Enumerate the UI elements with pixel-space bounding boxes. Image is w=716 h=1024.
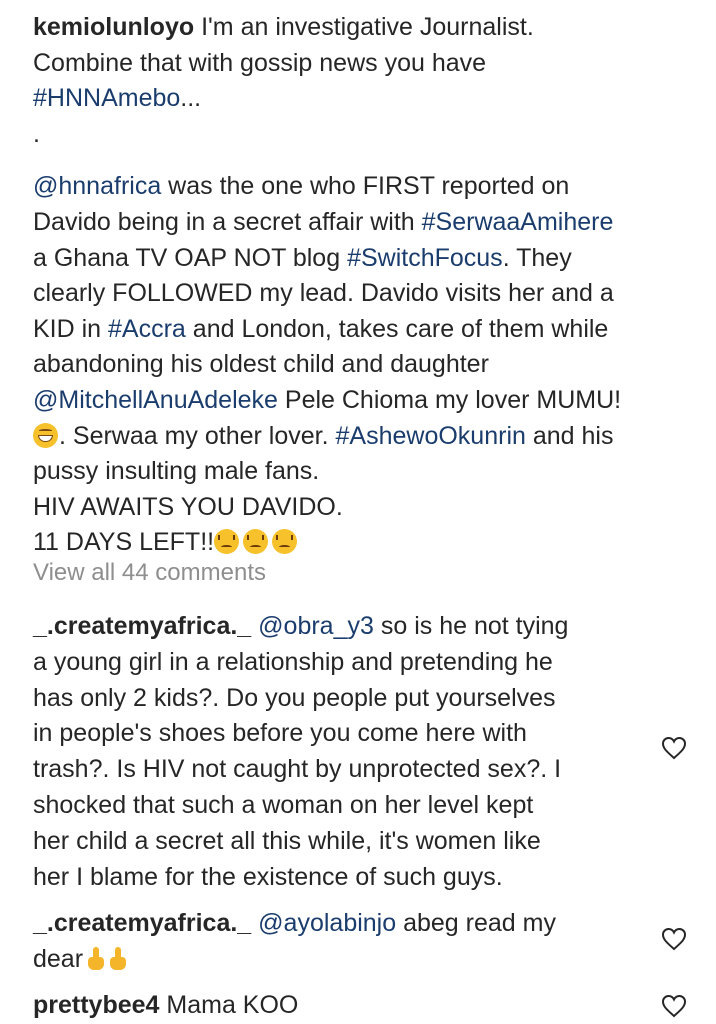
caption-text: . Serwaa my other lover. xyxy=(59,421,336,450)
caption-text: Pele Chioma my lover MUMU! xyxy=(277,385,622,414)
caption-text: and London, takes care of them while xyxy=(185,314,609,343)
caption-line: clearly FOLLOWED my lead. Davido visits … xyxy=(33,279,614,308)
caption-line: kemiolunloyo I'm an investigative Journa… xyxy=(33,10,693,46)
caption-line: HIV AWAITS YOU DAVIDO. xyxy=(33,492,343,521)
mention-link[interactable]: @ayolabinjo xyxy=(258,909,396,937)
comment-line: has only 2 kids?. Do you people put your… xyxy=(33,683,556,712)
caption-line: Davido being in a secret affair with #Se… xyxy=(33,205,693,241)
comment-item: _.createmyafrica._ @obra_y3 so is he not… xyxy=(33,609,633,895)
comment-item: _.createmyafrica._ @ayolabinjo abeg read… xyxy=(33,906,633,978)
comment-line: in people's shoes before you come here w… xyxy=(33,719,527,748)
comment-username[interactable]: _.createmyafrica._ xyxy=(33,612,251,640)
comment-username[interactable]: prettybee4 xyxy=(33,991,159,1019)
caption-text: a Ghana TV OAP NOT blog xyxy=(33,243,348,272)
comment-line: her child a secret all this while, it's … xyxy=(33,826,541,855)
caption-line: KID in #Accra and London, takes care of … xyxy=(33,312,693,348)
caption-text: Davido being in a secret affair with xyxy=(33,207,422,236)
comment-line: her I blame for the existence of such gu… xyxy=(33,862,503,891)
comment-username[interactable]: _.createmyafrica._ xyxy=(33,909,251,937)
hashtag-link[interactable]: #HNNAmebo xyxy=(33,84,180,112)
caption-dot: . xyxy=(33,119,40,148)
persevering-face-emoji xyxy=(214,529,240,555)
caption-text: and his xyxy=(525,421,614,450)
hashtag-link[interactable]: #SwitchFocus xyxy=(347,244,503,272)
caption-line: 11 DAYS LEFT!! xyxy=(33,525,693,561)
heart-outline-icon[interactable] xyxy=(661,736,687,760)
comment-text: Mama KOO xyxy=(159,991,299,1019)
caption-text: was the one who FIRST reported on xyxy=(161,172,570,201)
pointing-up-hand-emoji xyxy=(109,946,127,971)
comment-line: dear xyxy=(33,942,633,978)
persevering-face-emoji xyxy=(272,529,298,555)
caption-line: . Serwaa my other lover. #AshewoOkunrin … xyxy=(33,419,693,455)
comment-line: a young girl in a relationship and prete… xyxy=(33,647,553,676)
grinning-face-emoji xyxy=(33,422,58,448)
caption-line: a Ghana TV OAP NOT blog #SwitchFocus. Th… xyxy=(33,241,693,277)
caption-text: . They xyxy=(502,243,572,272)
caption-text: KID in xyxy=(33,314,109,343)
hashtag-link[interactable]: #Accra xyxy=(108,315,186,343)
comment-line: trash?. Is HIV not caught by unprotected… xyxy=(33,755,562,784)
comment-text: dear xyxy=(33,944,84,973)
hashtag-link[interactable]: #AshewoOkunrin xyxy=(336,422,526,450)
persevering-face-emoji xyxy=(243,529,269,555)
comment-line: prettybee4 Mama KOO xyxy=(33,988,633,1024)
caption-line: @MitchellAnuAdeleke Pele Chioma my lover… xyxy=(33,383,693,419)
more-ellipsis[interactable]: ... xyxy=(180,84,201,112)
mention-link[interactable]: @hnnafrica xyxy=(33,172,161,200)
caption-text: 11 DAYS LEFT!! xyxy=(33,528,215,557)
comment-text: abeg read my xyxy=(396,909,556,937)
comment-text: so is he not tying xyxy=(373,612,569,640)
post-caption: kemiolunloyo I'm an investigative Journa… xyxy=(33,10,693,561)
caption-line: @hnnafrica was the one who FIRST reporte… xyxy=(33,169,693,205)
view-all-comments-link[interactable]: View all 44 comments xyxy=(33,557,266,589)
comment-item: prettybee4 Mama KOO xyxy=(33,988,633,1024)
comment-line: shocked that such a woman on her level k… xyxy=(33,790,534,819)
comment-line: _.createmyafrica._ @obra_y3 so is he not… xyxy=(33,609,633,645)
mention-link[interactable]: @obra_y3 xyxy=(258,612,374,640)
mention-link[interactable]: @MitchellAnuAdeleke xyxy=(33,386,278,414)
caption-line: pussy insulting male fans. xyxy=(33,457,320,486)
comment-line: _.createmyafrica._ @ayolabinjo abeg read… xyxy=(33,906,633,942)
caption-text: I'm an investigative Journalist. xyxy=(194,13,534,41)
heart-outline-icon[interactable] xyxy=(661,994,687,1018)
caption-line: #HNNAmebo... xyxy=(33,81,693,117)
caption-line: Combine that with gossip news you have xyxy=(33,48,487,77)
caption-line: abandoning his oldest child and daughter xyxy=(33,350,489,379)
heart-outline-icon[interactable] xyxy=(661,927,687,951)
hashtag-link[interactable]: #SerwaaAmihere xyxy=(422,208,614,236)
caption-username[interactable]: kemiolunloyo xyxy=(33,13,194,41)
pointing-up-hand-emoji xyxy=(87,946,105,971)
